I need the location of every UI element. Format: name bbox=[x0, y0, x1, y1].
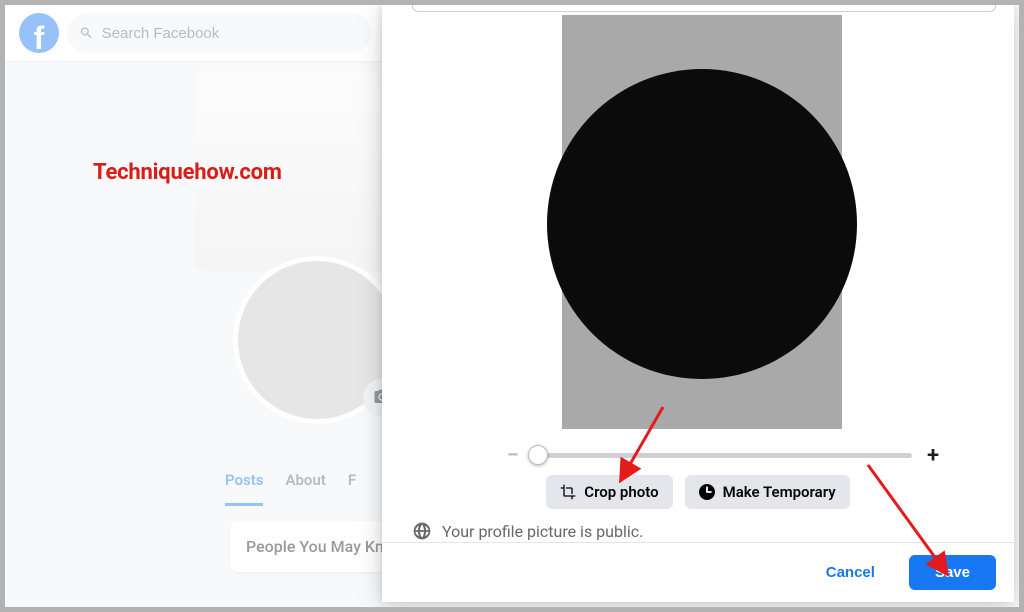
watermark-text: Techniquehow.com bbox=[93, 160, 282, 185]
facebook-logo[interactable] bbox=[19, 13, 59, 53]
public-info-row: Your profile picture is public. bbox=[412, 521, 643, 541]
crop-preview-circle bbox=[547, 69, 857, 379]
tab-posts[interactable]: Posts bbox=[225, 471, 263, 506]
zoom-out-icon: − bbox=[502, 443, 524, 468]
make-temporary-button[interactable]: Make Temporary bbox=[685, 475, 850, 509]
description-input[interactable] bbox=[412, 5, 996, 12]
globe-icon bbox=[412, 521, 432, 541]
zoom-slider[interactable] bbox=[534, 453, 912, 458]
search-input-wrap[interactable] bbox=[67, 13, 371, 53]
make-temporary-label: Make Temporary bbox=[723, 483, 836, 501]
app-header bbox=[5, 5, 385, 61]
save-button[interactable]: Save bbox=[909, 555, 996, 590]
crop-photo-label: Crop photo bbox=[584, 483, 658, 501]
clock-icon bbox=[699, 484, 715, 500]
modal-footer: Cancel Save bbox=[382, 542, 1014, 602]
public-notice: Your profile picture is public. bbox=[442, 522, 643, 541]
crop-canvas[interactable] bbox=[562, 15, 842, 429]
suggestions-card: People You May Kn bbox=[230, 521, 385, 572]
update-profile-picture-modal: − + Crop photo Make Temporary Your pro bbox=[382, 5, 1014, 602]
cancel-button[interactable]: Cancel bbox=[800, 555, 901, 590]
crop-actions: Crop photo Make Temporary bbox=[382, 475, 1014, 509]
search-input[interactable] bbox=[102, 25, 359, 42]
suggestions-title: People You May Kn bbox=[246, 537, 384, 556]
tab-about[interactable]: About bbox=[285, 471, 325, 506]
crop-icon bbox=[560, 484, 576, 500]
avatar-wrap bbox=[233, 256, 385, 424]
zoom-in-icon: + bbox=[922, 443, 944, 468]
zoom-slider-row: − + bbox=[502, 441, 944, 469]
crop-photo-button[interactable]: Crop photo bbox=[546, 475, 672, 509]
search-icon bbox=[79, 25, 94, 41]
profile-tabs: Posts About F bbox=[225, 471, 356, 506]
profile-area: Posts About F People You May Kn bbox=[5, 61, 385, 607]
modal-body: − + Crop photo Make Temporary Your pro bbox=[382, 5, 1014, 542]
tab-friends[interactable]: F bbox=[348, 471, 356, 506]
zoom-thumb[interactable] bbox=[528, 445, 548, 465]
